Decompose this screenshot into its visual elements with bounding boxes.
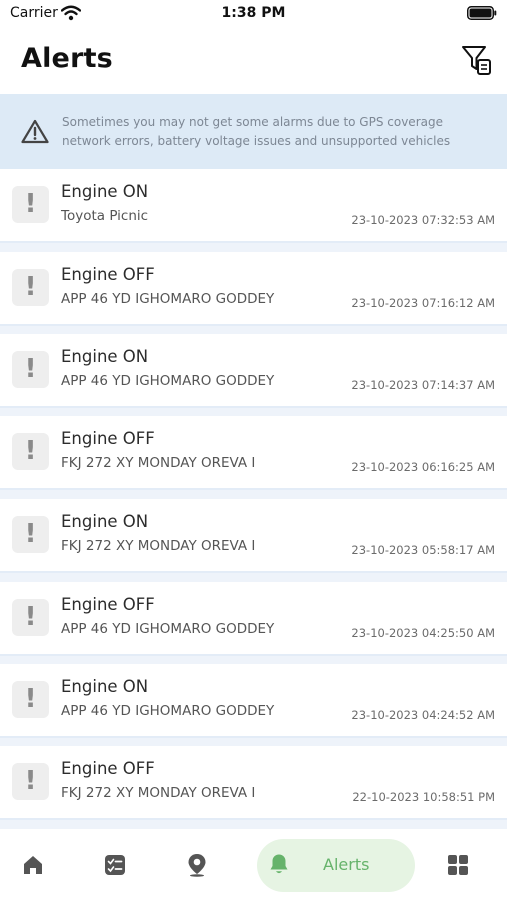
- warning-icon: [21, 119, 49, 144]
- grid-icon: [448, 855, 468, 875]
- alert-event: Engine OFF: [61, 759, 155, 778]
- tab-home[interactable]: [18, 841, 48, 889]
- exclamation-icon: !: [12, 351, 49, 388]
- tab-checklist[interactable]: [101, 841, 131, 889]
- alert-vehicle: FKJ 272 XY MONDAY OREVA I: [61, 785, 256, 801]
- exclamation-icon: !: [12, 516, 49, 553]
- exclamation-icon: !: [12, 763, 49, 800]
- alert-vehicle: Toyota Picnic: [61, 208, 149, 224]
- clock: 1:38 PM: [221, 5, 286, 21]
- exclamation-icon: !: [12, 681, 49, 718]
- bell-icon: [270, 854, 288, 874]
- tab-more[interactable]: [444, 841, 474, 889]
- alert-row[interactable]: ! Engine OFF APP 46 YD IGHOMARO GODDEY 2…: [0, 582, 507, 656]
- exclamation-icon: !: [12, 186, 49, 223]
- alert-event: Engine ON: [61, 347, 149, 366]
- info-banner: Sometimes you may not get some alarms du…: [0, 94, 507, 169]
- alert-vehicle: APP 46 YD IGHOMARO GODDEY: [61, 621, 275, 637]
- alert-event: Engine OFF: [61, 595, 155, 614]
- map-pin-icon: [188, 854, 206, 877]
- alert-vehicle: FKJ 272 XY MONDAY OREVA I: [61, 455, 256, 471]
- filter-button[interactable]: [460, 44, 494, 78]
- alert-row[interactable]: ! Engine OFF FKJ 272 XY MONDAY OREVA I 2…: [0, 416, 507, 490]
- alert-time: 23-10-2023 04:25:50 AM: [351, 626, 495, 640]
- bottom-tab-bar: Alerts: [0, 829, 507, 900]
- alert-row[interactable]: ! Engine ON FKJ 272 XY MONDAY OREVA I 23…: [0, 499, 507, 573]
- alert-vehicle: FKJ 272 XY MONDAY OREVA I: [61, 538, 256, 554]
- alert-time: 23-10-2023 05:58:17 AM: [351, 543, 495, 557]
- alert-row[interactable]: ! Engine OFF FKJ 272 XY MONDAY OREVA I 2…: [0, 746, 507, 820]
- alert-event: Engine OFF: [61, 265, 155, 284]
- page-title: Alerts: [21, 43, 113, 74]
- tab-map[interactable]: [182, 841, 212, 889]
- alerts-list: ! Engine ON Toyota Picnic 23-10-2023 07:…: [0, 169, 507, 829]
- alert-event: Engine ON: [61, 182, 149, 201]
- exclamation-icon: !: [12, 599, 49, 636]
- header: Alerts: [0, 30, 507, 94]
- checklist-icon: [105, 855, 125, 875]
- alert-vehicle: APP 46 YD IGHOMARO GODDEY: [61, 703, 275, 719]
- alert-row[interactable]: ! Engine ON Toyota Picnic 23-10-2023 07:…: [0, 169, 507, 243]
- alert-time: 23-10-2023 07:14:37 AM: [351, 378, 495, 392]
- alert-time: 22-10-2023 10:58:51 PM: [352, 790, 495, 804]
- filter-icon: [462, 46, 491, 75]
- exclamation-icon: !: [12, 433, 49, 470]
- battery-icon: [467, 6, 497, 20]
- tab-alerts[interactable]: Alerts: [257, 839, 415, 892]
- status-bar: Carrier 1:38 PM: [0, 0, 507, 30]
- exclamation-icon: !: [12, 269, 49, 306]
- alert-event: Engine ON: [61, 512, 149, 531]
- alert-vehicle: APP 46 YD IGHOMARO GODDEY: [61, 373, 275, 389]
- alert-row[interactable]: ! Engine ON APP 46 YD IGHOMARO GODDEY 23…: [0, 664, 507, 738]
- alert-time: 23-10-2023 04:24:52 AM: [351, 708, 495, 722]
- alert-row[interactable]: ! Engine OFF APP 46 YD IGHOMARO GODDEY 2…: [0, 252, 507, 326]
- alert-row[interactable]: ! Engine ON APP 46 YD IGHOMARO GODDEY 23…: [0, 334, 507, 408]
- alert-time: 23-10-2023 07:32:53 AM: [351, 213, 495, 227]
- tab-alerts-label: Alerts: [323, 855, 370, 874]
- alert-event: Engine ON: [61, 677, 149, 696]
- banner-text: Sometimes you may not get some alarms du…: [62, 115, 451, 148]
- alert-vehicle: APP 46 YD IGHOMARO GODDEY: [61, 291, 275, 307]
- home-icon: [24, 856, 42, 874]
- alert-event: Engine OFF: [61, 429, 155, 448]
- alert-time: 23-10-2023 07:16:12 AM: [351, 296, 495, 310]
- alert-time: 23-10-2023 06:16:25 AM: [351, 460, 495, 474]
